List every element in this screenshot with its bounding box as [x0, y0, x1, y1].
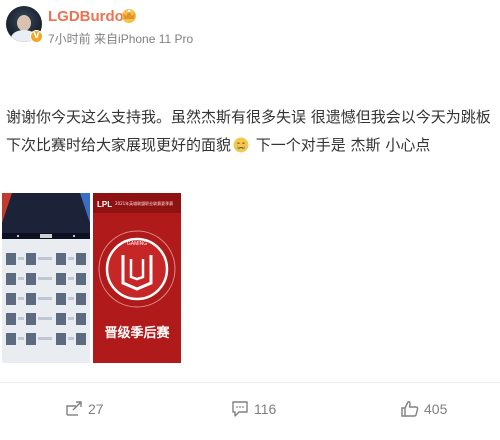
repost-icon: [66, 401, 82, 416]
post-time[interactable]: 7小时前: [48, 32, 91, 46]
post-image-2[interactable]: LPL 2021年英雄联盟职业联赛夏季赛 GAMING 晋级季后赛: [93, 193, 181, 363]
thumbs-up-icon: [401, 401, 419, 417]
playoffs-poster-graphic: LPL 2021年英雄联盟职业联赛夏季赛 GAMING 晋级季后赛: [93, 193, 181, 363]
image2-bottom-label: 晋级季后赛: [104, 325, 170, 341]
verified-badge-icon: V: [30, 30, 43, 43]
comment-button[interactable]: 116: [230, 397, 276, 421]
like-count: 405: [424, 401, 448, 417]
crown-badge-icon: [122, 9, 136, 23]
like-button[interactable]: 405: [400, 397, 447, 421]
match-lineup-graphic: [2, 193, 90, 363]
lpl-logo-text: LPL: [97, 200, 112, 209]
post-text: 谢谢你今天这么支持我。虽然杰斯有很多失误 很遗憾但我会以今天为跳板 下次比赛时给…: [6, 103, 494, 159]
comment-icon: [232, 401, 248, 417]
post-meta: 7小时前 来自iPhone 11 Pro: [48, 30, 193, 47]
comment-count: 116: [254, 401, 277, 417]
image2-top-label: 2021年英雄联盟职业联赛夏季赛: [115, 200, 173, 206]
repost-count: 27: [88, 401, 104, 417]
post-image-1[interactable]: [2, 193, 90, 363]
repost-button[interactable]: 27: [64, 397, 104, 421]
username[interactable]: LGDBurdol: [48, 8, 128, 25]
image2-brand: GAMING: [127, 241, 147, 247]
post-source: 来自iPhone 11 Pro: [94, 32, 194, 46]
action-bar-divider: [0, 382, 500, 383]
post-text-part2: 下一个对手是 杰斯 小心点: [251, 136, 431, 154]
crying-face-emoji-icon: [233, 137, 249, 153]
avatar-face: [17, 15, 31, 31]
